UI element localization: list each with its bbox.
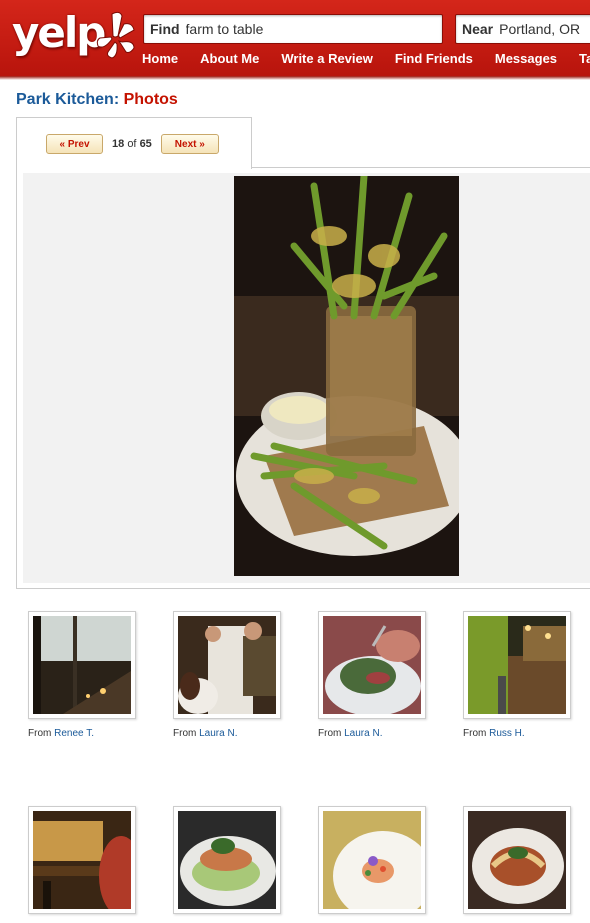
page-title: Park Kitchen: Photos bbox=[16, 91, 178, 108]
photo-credit: From Renee T. bbox=[28, 728, 94, 739]
section-title: Photos bbox=[123, 91, 178, 108]
thumbnail-4[interactable] bbox=[463, 611, 571, 719]
prev-button[interactable]: « Prev bbox=[46, 134, 103, 154]
next-button[interactable]: Next » bbox=[160, 134, 219, 154]
thumbnail-1[interactable] bbox=[28, 611, 136, 719]
photo-credit: From Laura N. bbox=[173, 728, 238, 739]
photo-credit: From Russ H. bbox=[463, 728, 525, 739]
photo-credit: From Laura N. bbox=[318, 728, 383, 739]
nav-talk[interactable]: Ta bbox=[579, 51, 590, 67]
nav-about-me[interactable]: About Me bbox=[200, 51, 259, 67]
near-input[interactable] bbox=[499, 21, 590, 37]
thumbnail-image bbox=[178, 811, 276, 909]
user-link[interactable]: Laura N. bbox=[344, 728, 382, 739]
find-input[interactable] bbox=[185, 21, 386, 37]
business-link[interactable]: Park Kitchen bbox=[16, 91, 114, 108]
user-link[interactable]: Russ H. bbox=[489, 728, 525, 739]
thumbnail-image bbox=[178, 616, 276, 714]
main-photo[interactable] bbox=[234, 176, 459, 576]
user-link[interactable]: Laura N. bbox=[199, 728, 237, 739]
thumbnail-8[interactable] bbox=[463, 806, 571, 914]
thumbnail-3[interactable] bbox=[318, 611, 426, 719]
user-link[interactable]: Renee T. bbox=[54, 728, 94, 739]
thumbnail-image bbox=[33, 616, 131, 714]
near-label: Near bbox=[462, 21, 494, 37]
nav-write-review[interactable]: Write a Review bbox=[281, 51, 373, 67]
thumbnail-2[interactable] bbox=[173, 611, 281, 719]
header-shadow bbox=[0, 76, 590, 80]
yelp-burst-icon bbox=[96, 11, 135, 59]
thumbnail-image bbox=[33, 811, 131, 909]
thumbnail-5[interactable] bbox=[28, 806, 136, 914]
thumbnail-6[interactable] bbox=[173, 806, 281, 914]
photo-pager: « Prev 18 of 65 Next » bbox=[46, 134, 219, 154]
find-label: Find bbox=[150, 21, 180, 37]
nav-find-friends[interactable]: Find Friends bbox=[395, 51, 473, 67]
nav-home[interactable]: Home bbox=[142, 51, 178, 67]
thumbnail-image bbox=[323, 616, 421, 714]
thumbnail-image bbox=[468, 811, 566, 909]
find-field[interactable]: Find bbox=[143, 14, 443, 44]
near-field[interactable]: Near bbox=[455, 14, 590, 44]
main-nav: Home About Me Write a Review Find Friend… bbox=[142, 51, 590, 67]
thumbnail-7[interactable] bbox=[318, 806, 426, 914]
photo-counter: 18 of 65 bbox=[112, 138, 152, 150]
nav-messages[interactable]: Messages bbox=[495, 51, 557, 67]
thumbnail-image bbox=[323, 811, 421, 909]
thumbnail-image bbox=[468, 616, 566, 714]
yelp-logo[interactable]: yelp bbox=[12, 8, 135, 68]
